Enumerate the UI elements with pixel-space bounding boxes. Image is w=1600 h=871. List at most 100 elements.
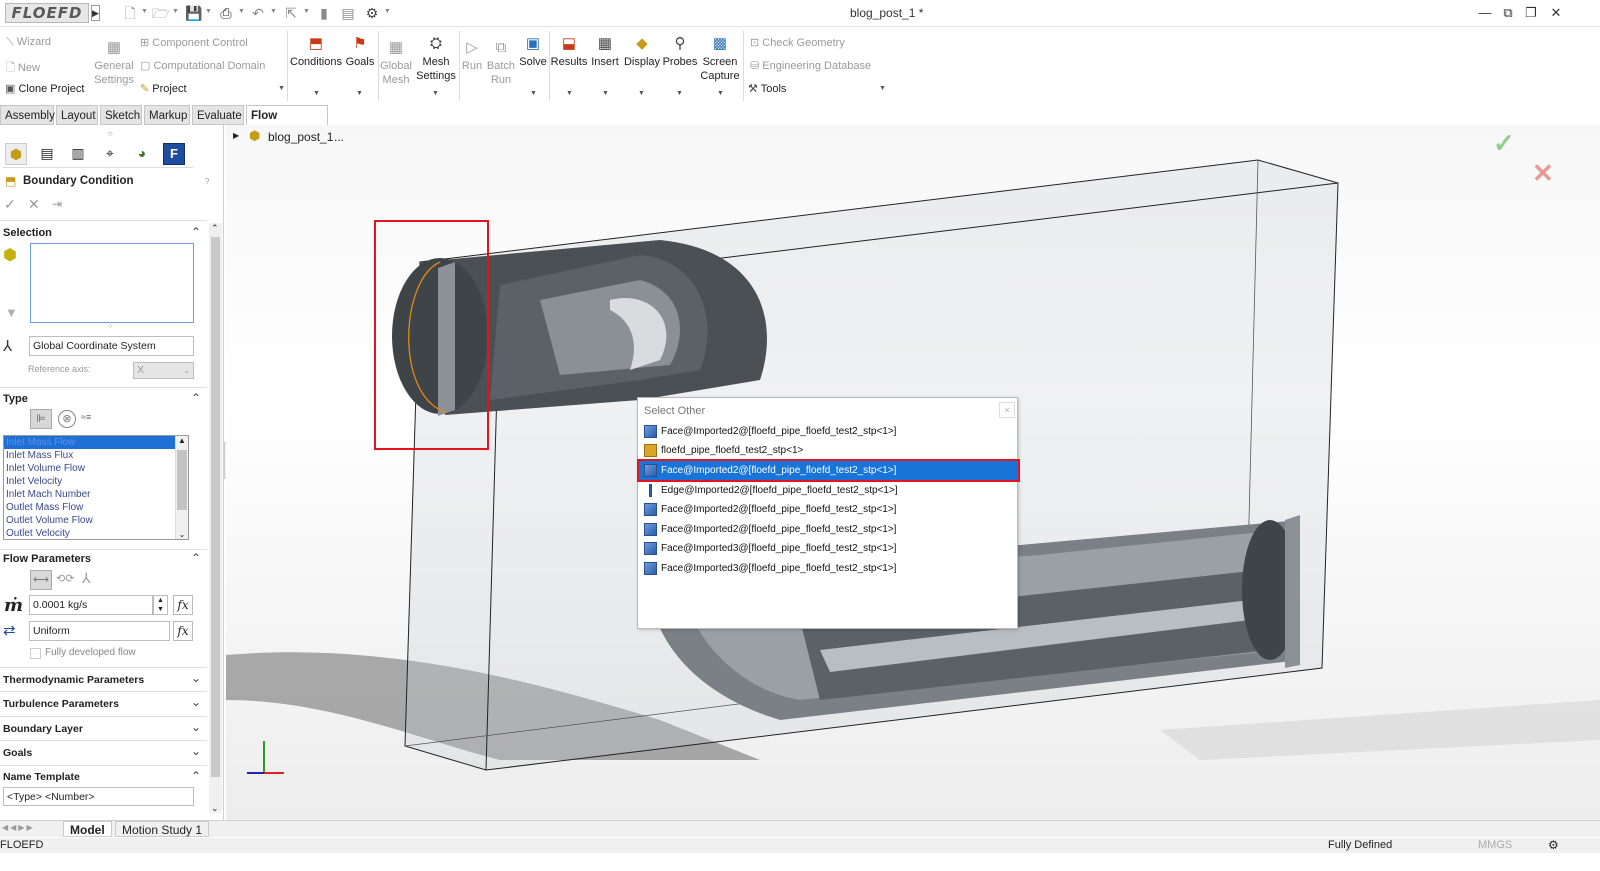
insert-button[interactable]: ▦ Insert bbox=[589, 35, 621, 69]
reference-axis-select[interactable]: X ⌄ bbox=[133, 362, 194, 379]
name-template-input[interactable]: <Type> <Number> bbox=[3, 787, 194, 806]
mass-flow-input[interactable]: 0.0001 kg/s bbox=[29, 595, 153, 615]
file-properties-icon[interactable]: ▤ bbox=[340, 5, 356, 21]
listbox-resize-handle[interactable]: ○ bbox=[108, 323, 112, 330]
goals-dropdown-icon[interactable]: ▼ bbox=[356, 90, 363, 97]
conditions-button[interactable]: ⬒ Conditions bbox=[290, 35, 342, 69]
list-item[interactable]: Inlet Velocity bbox=[4, 475, 188, 488]
list-item-selected[interactable]: Face@Imported2@[floefd_pipe_floefd_test2… bbox=[637, 459, 1020, 482]
list-item[interactable]: Face@Imported3@[floefd_pipe_floefd_test2… bbox=[639, 539, 1018, 558]
list-item[interactable]: Face@Imported2@[floefd_pipe_floefd_test2… bbox=[639, 422, 1018, 441]
mesh-settings-button[interactable]: ⛭ Mesh Settings bbox=[413, 35, 459, 83]
clone-project-button[interactable]: ▣ Clone Project bbox=[5, 82, 85, 95]
function-fx-button[interactable]: fx bbox=[173, 595, 193, 615]
coordinate-system-field[interactable]: Global Coordinate System bbox=[29, 336, 194, 356]
tab-model[interactable]: Model bbox=[63, 821, 112, 837]
undo-icon[interactable]: ↶ bbox=[250, 5, 266, 21]
list-item[interactable]: Inlet Mass Flow bbox=[4, 436, 188, 449]
tab-sketch[interactable]: Sketch bbox=[100, 105, 142, 125]
tab-assembly[interactable]: Assembly bbox=[0, 105, 55, 125]
conditions-dropdown-icon[interactable]: ▼ bbox=[313, 90, 320, 97]
pressure-openings-icon[interactable]: ⊗ bbox=[58, 410, 76, 428]
new-dropdown-icon[interactable]: ▼ bbox=[141, 8, 148, 15]
options-dropdown-icon[interactable]: ▼ bbox=[384, 8, 391, 15]
new-project-button[interactable]: 🗋 New bbox=[6, 59, 40, 78]
wall-condition-icon[interactable]: ≈≡ bbox=[81, 412, 91, 422]
expand-chevron-down-icon[interactable]: ⌄ bbox=[191, 745, 203, 757]
print-icon[interactable]: ⎙ bbox=[218, 5, 234, 21]
selection-listbox[interactable] bbox=[30, 243, 194, 323]
scroll-up-icon[interactable]: ▲ bbox=[176, 436, 188, 445]
pushpin-icon[interactable]: ⇥ bbox=[52, 197, 62, 211]
minimize-doc-icon[interactable]: — bbox=[1475, 4, 1495, 22]
ok-check-icon[interactable]: ✓ bbox=[4, 196, 16, 213]
fully-developed-checkbox[interactable] bbox=[30, 648, 41, 659]
list-item[interactable]: Outlet Velocity bbox=[4, 527, 188, 539]
restore-app-icon[interactable]: ❐ bbox=[1521, 4, 1541, 22]
collapse-chevron-up-icon[interactable]: ⌃ bbox=[191, 770, 203, 782]
list-item[interactable]: Face@Imported2@[floefd_pipe_floefd_test2… bbox=[639, 500, 1018, 519]
list-item[interactable]: Inlet Volume Flow bbox=[4, 462, 188, 475]
probes-dropdown-icon[interactable]: ▼ bbox=[676, 90, 683, 97]
goals-section-header[interactable]: Goals bbox=[3, 747, 32, 759]
check-geometry-button[interactable]: ⊡ Check Geometry bbox=[750, 36, 845, 49]
solve-button[interactable]: ▣ Solve bbox=[518, 35, 548, 69]
tools-button[interactable]: ⚒ Tools bbox=[748, 82, 786, 95]
feature-manager-icon[interactable]: ▤ bbox=[36, 143, 58, 165]
scroll-down-icon[interactable]: ⌄ bbox=[211, 803, 219, 814]
menu-expand-arrow-icon[interactable]: ▶ bbox=[91, 5, 100, 21]
print-dropdown-icon[interactable]: ▼ bbox=[238, 8, 245, 15]
tab-scroll-arrows-icon[interactable]: ◀◀▶▶ bbox=[2, 823, 35, 832]
general-settings-button[interactable]: ▦ General Settings bbox=[94, 39, 134, 87]
list-item[interactable]: Edge@Imported2@[floefd_pipe_floefd_test2… bbox=[639, 481, 1018, 500]
thermodynamic-section-header[interactable]: Thermodynamic Parameters bbox=[3, 674, 144, 686]
open-folder-icon[interactable]: 🗁 bbox=[152, 5, 169, 21]
collapse-chevron-up-icon[interactable]: ⌃ bbox=[191, 552, 203, 564]
panel-splitter-handle[interactable]: ○ bbox=[108, 129, 113, 138]
close-app-icon[interactable]: ✕ bbox=[1546, 4, 1566, 22]
tab-layout[interactable]: Layout bbox=[56, 105, 98, 125]
tree-root-label[interactable]: blog_post_1 bbox=[268, 130, 333, 144]
batch-run-button[interactable]: ⧉ Batch Run bbox=[485, 39, 517, 87]
type-listbox[interactable]: Inlet Mass Flow Inlet Mass Flux Inlet Vo… bbox=[3, 435, 189, 540]
goals-button[interactable]: ⚑ Goals bbox=[344, 35, 376, 69]
run-button[interactable]: ▷ Run bbox=[460, 39, 484, 73]
list-item[interactable]: Inlet Mach Number bbox=[4, 488, 188, 501]
turbulence-section-header[interactable]: Turbulence Parameters bbox=[3, 698, 119, 710]
list-scroll-thumb[interactable] bbox=[177, 450, 187, 510]
normal-to-face-icon[interactable]: ⟷ bbox=[30, 570, 52, 590]
display-dropdown-icon[interactable]: ▼ bbox=[638, 90, 645, 97]
restore-doc-icon[interactable]: ⧉ bbox=[1498, 4, 1518, 22]
new-document-icon[interactable]: 🗋 bbox=[122, 5, 138, 21]
select-dropdown-icon[interactable]: ▼ bbox=[303, 8, 310, 15]
panel-scroll-thumb[interactable] bbox=[211, 237, 220, 777]
configuration-manager-icon[interactable]: ⌖ bbox=[99, 143, 121, 165]
tools-dropdown-icon[interactable]: ▼ bbox=[879, 85, 886, 92]
list-item[interactable]: Inlet Mass Flux bbox=[4, 449, 188, 462]
list-item[interactable]: Face@Imported2@[floefd_pipe_floefd_test2… bbox=[639, 520, 1018, 539]
scroll-down-icon[interactable]: ⌄ bbox=[176, 530, 188, 539]
results-dropdown-icon[interactable]: ▼ bbox=[566, 90, 573, 97]
tree-expand-arrow-icon[interactable]: ▶ bbox=[233, 131, 239, 140]
tab-markup[interactable]: Markup bbox=[144, 105, 190, 125]
graphics-viewport[interactable]: ▶ ⬢ blog_post_1 ... 🔍 🔎 ✐ ◧ ⧉ ⬢ ◉ ● ◐ 🖵 … bbox=[226, 125, 1600, 820]
list-item[interactable]: Outlet Mass Flow bbox=[4, 501, 188, 514]
save-icon[interactable]: 💾 bbox=[185, 5, 202, 21]
mass-flow-spinner[interactable]: ▲ ▼ bbox=[153, 595, 168, 615]
engineering-database-button[interactable]: ⛁ Engineering Database bbox=[750, 59, 871, 72]
insert-dropdown-icon[interactable]: ▼ bbox=[602, 90, 609, 97]
vector-direction-icon[interactable]: ⅄ bbox=[82, 570, 91, 587]
rebuild-icon[interactable]: ▮ bbox=[316, 5, 332, 21]
appearance-manager-icon[interactable]: ◕ bbox=[131, 143, 153, 165]
collapse-chevron-up-icon[interactable]: ⌃ bbox=[191, 226, 203, 238]
expand-chevron-down-icon[interactable]: ⌄ bbox=[191, 672, 203, 684]
solve-dropdown-icon[interactable]: ▼ bbox=[530, 90, 537, 97]
cancel-x-icon[interactable]: ✕ bbox=[1532, 158, 1554, 189]
status-units[interactable]: MMGS bbox=[1478, 838, 1512, 853]
list-scrollbar[interactable]: ▲ ⌄ bbox=[175, 436, 188, 539]
tab-motion-study[interactable]: Motion Study 1 bbox=[115, 821, 210, 837]
computational-domain-button[interactable]: ▢ Computational Domain bbox=[140, 59, 265, 72]
tab-evaluate[interactable]: Evaluate bbox=[192, 105, 244, 125]
boundary-layer-section-header[interactable]: Boundary Layer bbox=[3, 723, 83, 735]
profile-fx-button[interactable]: fx bbox=[173, 621, 193, 641]
